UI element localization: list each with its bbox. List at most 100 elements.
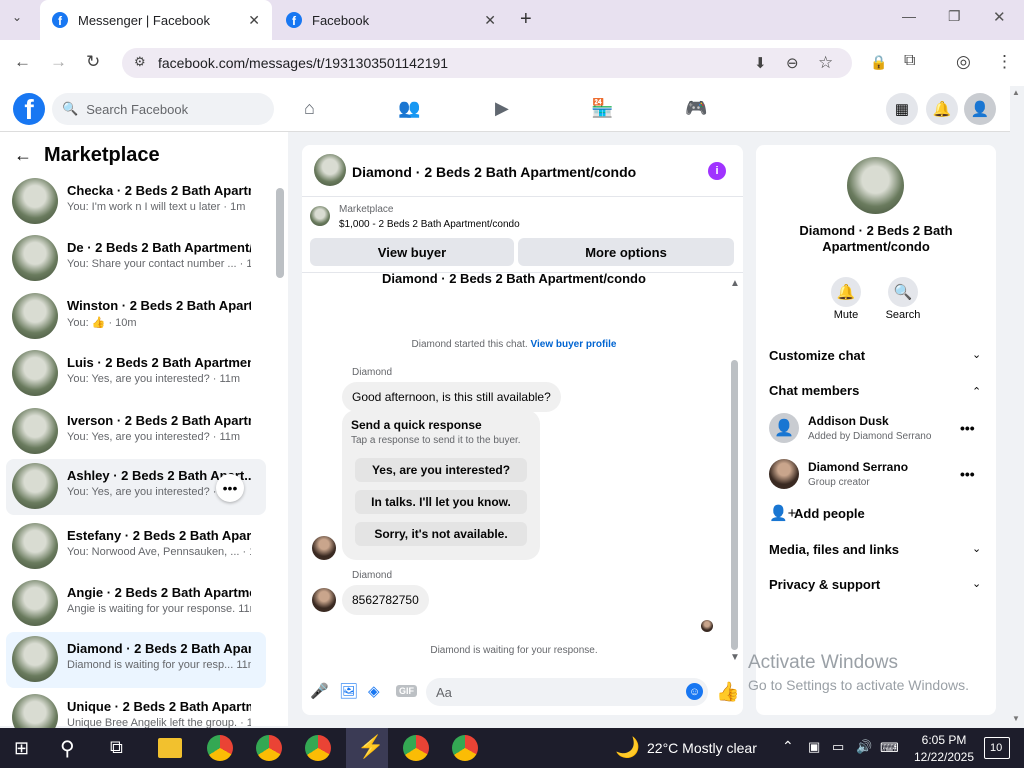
taskbar-search-icon[interactable]: ⚲ [60,736,75,761]
friends-icon[interactable]: 👥 [398,98,420,119]
sender-avatar[interactable] [312,536,336,560]
extensions-puzzle-icon[interactable]: ⧉ [904,52,915,70]
account-avatar[interactable]: 👤 [964,93,996,125]
network-icon[interactable]: ▭ [832,739,844,755]
extension-lock-icon[interactable]: 🔒 [870,54,887,71]
chat-scrollbar[interactable] [731,360,738,650]
scroll-down-icon[interactable]: ▼ [730,652,740,663]
view-buyer-button[interactable]: View buyer [310,238,514,266]
conversation-item[interactable]: De · 2 Beds 2 Bath Apartment/c... You: Sh… [6,231,266,287]
customize-chat-row[interactable]: Customize chat [769,348,865,363]
conversation-item[interactable]: Winston · 2 Beds 2 Bath Apartm... You: 👍 … [6,289,266,345]
member-avatar[interactable] [769,459,799,489]
notifications-bell-icon[interactable]: 🔔 [926,93,958,125]
message-bubble[interactable]: Good afternoon, is this still available? [342,382,561,412]
browser-menu-icon[interactable]: ⋮ [996,52,1013,72]
add-people-button[interactable]: Add people [794,506,865,521]
profile-icon[interactable]: ◎ [956,52,971,72]
reload-icon[interactable]: ↻ [86,52,100,72]
site-info-icon[interactable]: ⚙ [134,54,146,70]
privacy-support-row[interactable]: Privacy & support [769,577,880,592]
chat-members-row[interactable]: Chat members [769,383,859,398]
marketplace-icon[interactable]: 🏪 [591,98,613,119]
new-tab-icon[interactable]: + [520,8,532,31]
search-chat-icon[interactable]: 🔍 [888,277,918,307]
install-app-icon[interactable]: ⬇ [754,54,767,72]
volume-icon[interactable]: 🔊 [856,739,872,755]
add-person-icon[interactable]: 👤+ [769,504,796,522]
file-explorer-icon[interactable] [158,738,182,758]
scroll-up-icon[interactable]: ▲ [730,278,740,289]
bookmark-star-icon[interactable]: ☆ [818,53,833,73]
conversation-more-icon[interactable]: ••• [216,474,244,502]
address-bar[interactable]: facebook.com/messages/t/1931303501142191 [122,48,852,78]
conversation-item[interactable]: Estefany · 2 Beds 2 Bath Apartm... You: N… [6,519,266,575]
page-scroll-up-icon[interactable]: ▲ [1012,88,1020,97]
thumbs-up-icon[interactable]: 👍 [716,680,740,704]
conversation-item[interactable]: Diamond · 2 Beds 2 Bath Apart... Diamond … [6,632,266,688]
search-input[interactable]: 🔍 Search Facebook [52,93,274,125]
weather-text[interactable]: 22°C Mostly clear [647,740,757,756]
conversation-item[interactable]: Checka · 2 Beds 2 Bath Apartme... You: I'… [6,174,266,230]
mute-bell-icon[interactable]: 🔔 [831,277,861,307]
microphone-icon[interactable]: 🎤 [310,682,329,700]
quick-response-option[interactable]: In talks. I'll let you know. [355,490,527,514]
conversation-item[interactable]: Iverson · 2 Beds 2 Bath Apartm... You: Ye… [6,404,266,460]
more-options-button[interactable]: More options [518,238,734,266]
sender-avatar[interactable] [312,588,336,612]
chat-info-icon[interactable]: i [708,162,726,180]
sticker-icon[interactable]: ◈ [368,682,380,700]
message-bubble[interactable]: 8562782750 [342,585,429,615]
sidebar-scrollbar[interactable] [276,188,284,278]
chrome-icon[interactable] [403,735,429,761]
chevron-down-icon[interactable]: ⌄ [972,542,981,555]
back-arrow-icon[interactable]: ← [14,145,32,166]
message-input[interactable]: Aa [426,678,708,706]
tab-messenger[interactable]: f Messenger | Facebook ✕ [40,0,272,40]
back-icon[interactable]: ← [14,52,31,72]
close-tab-icon[interactable]: ✕ [484,12,496,29]
conversation-item[interactable]: Luis · 2 Beds 2 Bath Apartment/... You: Y… [6,346,266,402]
photo-icon[interactable]: 🖼 [339,682,358,700]
gaming-icon[interactable]: 🎮 [685,98,707,119]
view-buyer-profile-link[interactable]: View buyer profile [531,339,617,350]
forward-icon[interactable]: → [50,52,67,72]
chrome-icon[interactable] [305,735,331,761]
clock-time[interactable]: 6:05 PM [916,733,972,747]
chrome-icon[interactable] [256,735,282,761]
member-avatar[interactable]: 👤 [769,413,799,443]
minimize-icon[interactable]: — [902,8,916,24]
windows-start-icon[interactable]: ⊞ [14,738,29,759]
video-icon[interactable]: ▶ [495,98,509,119]
chrome-icon[interactable] [207,735,233,761]
member-name[interactable]: Diamond Serrano [808,460,908,474]
chrome-icon[interactable] [452,735,478,761]
tab-facebook[interactable]: f Facebook ✕ [274,0,508,40]
task-view-icon[interactable]: ⧉ [110,737,123,758]
member-more-icon[interactable]: ••• [960,420,975,436]
close-tab-icon[interactable]: ✕ [248,12,260,29]
restore-icon[interactable]: ❐ [948,8,961,25]
tray-app-icon[interactable]: ▣ [808,739,820,755]
emoji-icon[interactable]: ☺ [686,683,703,700]
app-icon[interactable]: ⚡ [357,734,384,760]
member-more-icon[interactable]: ••• [960,466,975,482]
zoom-icon[interactable]: ⊖ [786,54,799,72]
quick-response-option[interactable]: Sorry, it's not available. [355,522,527,546]
chevron-up-icon[interactable]: ⌃ [972,385,981,398]
chevron-down-icon[interactable]: ⌄ [972,577,981,590]
chevron-down-icon[interactable]: ⌄ [972,348,981,361]
keyboard-icon[interactable]: ⌨ [880,740,899,756]
weather-moon-icon[interactable]: 🌙 [615,735,640,760]
page-scroll-down-icon[interactable]: ▼ [1012,714,1020,723]
conversation-item[interactable]: Angie · 2 Beds 2 Bath Apartmen... Angie i… [6,576,266,632]
menu-grid-icon[interactable]: ▦ [886,93,918,125]
clock-date[interactable]: 12/22/2025 [912,750,976,764]
home-icon[interactable]: ⌂ [304,98,315,119]
media-files-row[interactable]: Media, files and links [769,542,899,557]
tray-chevron-icon[interactable]: ⌃ [782,738,794,755]
member-name[interactable]: Addison Dusk [808,414,889,428]
close-window-icon[interactable]: ✕ [993,8,1006,26]
quick-response-option[interactable]: Yes, are you interested? [355,458,527,482]
tab-search-chevron-icon[interactable]: ⌄ [12,10,22,24]
